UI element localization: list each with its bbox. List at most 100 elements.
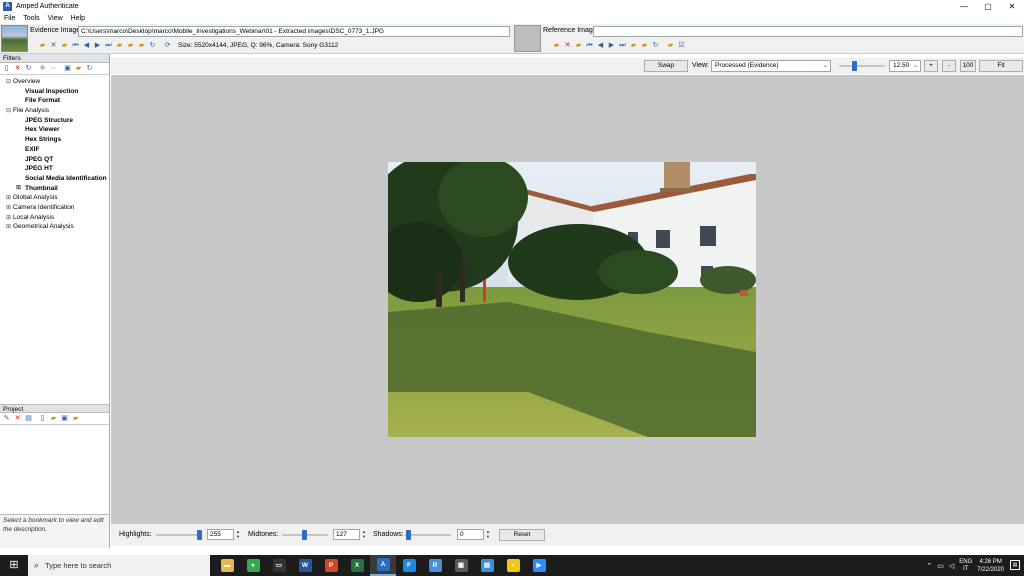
next-image-icon[interactable]: ▶ bbox=[607, 41, 616, 50]
tree-item-jpeg-structure[interactable]: JPEG Structure bbox=[0, 116, 109, 126]
notification-icon[interactable]: ▤ bbox=[1010, 560, 1020, 570]
taskbar-app-zoom[interactable]: ▶ bbox=[526, 555, 552, 576]
evidence-path-field[interactable]: C:\Users\marco\Desktop\marco\Mobile_Inve… bbox=[78, 26, 510, 37]
menu-file[interactable]: File bbox=[0, 15, 19, 22]
taskbar-app-powerpoint[interactable]: P bbox=[318, 555, 344, 576]
bookmark-description[interactable]: Select a bookmark to view and edit the d… bbox=[0, 514, 109, 548]
evidence-thumbnail[interactable] bbox=[1, 25, 28, 52]
compare-icon[interactable]: ▰ bbox=[666, 41, 675, 50]
minimize-button[interactable]: — bbox=[952, 0, 976, 13]
report-icon[interactable]: ▤ bbox=[24, 414, 33, 423]
tree-item-exif[interactable]: EXIF bbox=[0, 145, 109, 155]
chevron-up-icon[interactable]: ⌃ bbox=[926, 562, 932, 570]
tree-item-jpeg-ht[interactable]: JPEG HT bbox=[0, 164, 109, 174]
taskbar-app-chrome[interactable]: ● bbox=[240, 555, 266, 576]
taskbar-app-word[interactable]: W bbox=[292, 555, 318, 576]
midtones-field[interactable]: 127 bbox=[333, 529, 360, 540]
zoom-100-button[interactable]: 100 bbox=[960, 60, 976, 72]
clock[interactable]: 4:26 PM 7/22/2020 bbox=[977, 558, 1004, 574]
tree-item-camera-identification[interactable]: ⊞ Camera Identification bbox=[0, 203, 109, 213]
next-image-icon[interactable]: ▶ bbox=[93, 41, 102, 50]
export-project-icon[interactable]: ▰ bbox=[71, 414, 80, 423]
reference-thumbnail[interactable] bbox=[514, 25, 541, 52]
taskbar-app-amped-authenticate[interactable]: A bbox=[370, 555, 396, 576]
refresh-icon[interactable]: ↻ bbox=[24, 64, 33, 73]
open-folder-icon[interactable]: ▰ bbox=[38, 41, 47, 50]
shadows-spinner[interactable]: ▲ ▼ bbox=[485, 529, 491, 540]
folder-icon[interactable]: ▰ bbox=[115, 41, 124, 50]
delete-icon[interactable]: ✕ bbox=[13, 64, 22, 73]
move-icon[interactable]: ✥ bbox=[38, 64, 47, 73]
open-folder-icon[interactable]: ▰ bbox=[552, 41, 561, 50]
windows-start-icon[interactable]: ⊞ bbox=[0, 555, 28, 576]
swap-button[interactable]: Swap bbox=[644, 60, 688, 72]
close-image-icon[interactable]: ✕ bbox=[563, 41, 572, 50]
shadows-field[interactable]: 0 bbox=[457, 529, 484, 540]
taskbar-app-file-explorer[interactable]: ▬ bbox=[214, 555, 240, 576]
refresh-icon[interactable]: ↻ bbox=[651, 41, 660, 50]
taskbar-app-photos[interactable]: ▣ bbox=[448, 555, 474, 576]
zoom-slider-thumb[interactable] bbox=[851, 61, 857, 71]
highlights-slider-track[interactable] bbox=[156, 534, 202, 536]
browse-icon[interactable]: ▰ bbox=[574, 41, 583, 50]
tree-item-global-analysis[interactable]: ⊞ Global Analysis bbox=[0, 193, 109, 203]
refresh-icon[interactable]: ↻ bbox=[148, 41, 157, 50]
reset-button[interactable]: Reset bbox=[499, 529, 545, 541]
taskbar-app-sticky-notes[interactable]: ▪ bbox=[500, 555, 526, 576]
delete-bookmark-icon[interactable]: ✕ bbox=[13, 414, 22, 423]
sync-icon[interactable]: ⟳ bbox=[163, 41, 172, 50]
folder-icon[interactable]: ▰ bbox=[629, 41, 638, 50]
highlights-slider-thumb[interactable] bbox=[197, 530, 202, 540]
previous-image-icon[interactable]: ◀ bbox=[82, 41, 91, 50]
tree-item-hex-strings[interactable]: Hex Strings bbox=[0, 135, 109, 145]
link-icon[interactable]: ⇔ bbox=[49, 64, 58, 73]
maximize-button[interactable]: ▢ bbox=[976, 0, 1000, 13]
midtones-spinner[interactable]: ▲ ▼ bbox=[361, 529, 367, 540]
image-viewer[interactable] bbox=[111, 75, 1024, 523]
zoom-out-button[interactable]: - bbox=[942, 60, 956, 72]
previous-image-icon[interactable]: ◀ bbox=[596, 41, 605, 50]
last-image-icon[interactable]: ⏭ bbox=[618, 41, 627, 50]
bookmark-list[interactable] bbox=[0, 425, 109, 505]
fit-button[interactable]: Fit bbox=[979, 60, 1023, 72]
close-button[interactable]: ✕ bbox=[1000, 0, 1024, 13]
tree-item-visual-inspection[interactable]: Visual Inspection bbox=[0, 87, 109, 97]
folder-up-icon[interactable]: ▰ bbox=[126, 41, 135, 50]
expand-icon[interactable]: ⊞ bbox=[6, 223, 13, 233]
zoom-slider-track[interactable] bbox=[839, 65, 885, 67]
taskbar-app-amped-replay[interactable]: R bbox=[422, 555, 448, 576]
last-image-icon[interactable]: ⏭ bbox=[104, 41, 113, 50]
tree-item-social-media-identification[interactable]: Social Media Identification bbox=[0, 174, 109, 184]
highlights-field[interactable]: 255 bbox=[207, 529, 234, 540]
save-project-icon[interactable]: ▣ bbox=[60, 414, 69, 423]
network-icon[interactable]: ▭ bbox=[937, 562, 944, 570]
close-image-icon[interactable]: ✕ bbox=[49, 41, 58, 50]
open-icon[interactable]: ▰ bbox=[74, 64, 83, 73]
taskbar-app-terminal[interactable]: ▭ bbox=[266, 555, 292, 576]
reload-icon[interactable]: ↻ bbox=[85, 64, 94, 73]
menu-view[interactable]: View bbox=[44, 15, 67, 22]
taskbar-app-excel[interactable]: X bbox=[344, 555, 370, 576]
volume-icon[interactable]: ◁ bbox=[949, 562, 954, 570]
new-icon[interactable]: ▯ bbox=[2, 64, 11, 73]
tree-item-overview[interactable]: ⊟ Overview bbox=[0, 77, 109, 87]
view-select[interactable]: Processed (Evidence) ⌄ bbox=[711, 60, 831, 72]
shadows-slider-thumb[interactable] bbox=[406, 530, 411, 540]
language-indicator[interactable]: ENG IT bbox=[959, 559, 972, 573]
new-project-icon[interactable]: ▯ bbox=[38, 414, 47, 423]
shadows-slider-track[interactable] bbox=[405, 534, 451, 536]
browse-icon[interactable]: ▰ bbox=[60, 41, 69, 50]
tree-item-file-format[interactable]: File Format bbox=[0, 96, 109, 106]
tree-item-file-analysis[interactable]: ⊟ File Analysis bbox=[0, 106, 109, 116]
first-image-icon[interactable]: ⏮ bbox=[585, 41, 594, 50]
midtones-slider-thumb[interactable] bbox=[302, 530, 307, 540]
taskbar-app-amped-five[interactable]: F bbox=[396, 555, 422, 576]
save-icon[interactable]: ▣ bbox=[63, 64, 72, 73]
zoom-in-button[interactable]: + bbox=[924, 60, 938, 72]
expand-icon[interactable]: ⊞ bbox=[16, 184, 21, 194]
tree-item-local-analysis[interactable]: ⊞ Local Analysis bbox=[0, 213, 109, 223]
checkbox-icon[interactable]: ☑ bbox=[677, 41, 686, 50]
tree-item-thumbnail[interactable]: ⊞ Thumbnail bbox=[0, 184, 109, 194]
tree-item-jpeg-qt[interactable]: JPEG QT bbox=[0, 155, 109, 165]
reference-path-field[interactable] bbox=[593, 26, 1023, 37]
